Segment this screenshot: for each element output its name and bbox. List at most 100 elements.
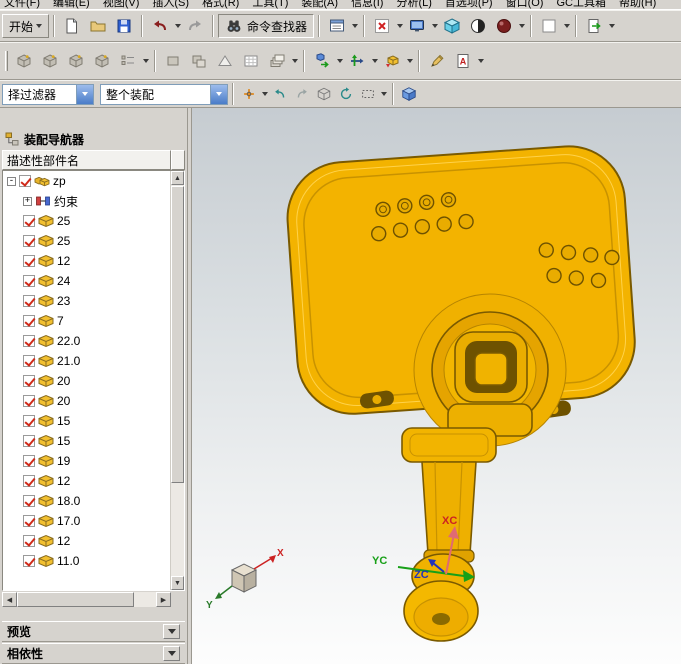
tree-row[interactable]: 25 [3, 231, 170, 251]
command-finder[interactable]: 命令查找器 [218, 14, 314, 38]
preview-expand-button[interactable] [163, 624, 180, 639]
display-window-dropdown[interactable] [430, 13, 439, 39]
add-component-button[interactable] [309, 48, 335, 74]
tree-row[interactable]: 20 [3, 391, 170, 411]
wave-link-dropdown[interactable] [405, 48, 414, 74]
open-file-button[interactable] [85, 13, 111, 39]
checkbox-checked[interactable] [19, 175, 31, 187]
wireframe-cube-button[interactable] [313, 83, 335, 105]
tree-label[interactable]: 19 [57, 454, 70, 468]
tree-label[interactable]: 23 [57, 294, 70, 308]
close-view-dropdown[interactable] [395, 13, 404, 39]
menu-preferences[interactable]: 首选项(P) [445, 0, 493, 10]
checkbox-checked[interactable] [23, 375, 35, 387]
tree-label[interactable]: 12 [57, 254, 70, 268]
component-list-dropdown[interactable] [141, 48, 150, 74]
tree-row[interactable]: 12 [3, 471, 170, 491]
tree-label[interactable]: 25 [57, 214, 70, 228]
empty-style-dropdown[interactable] [562, 13, 571, 39]
tree-row[interactable]: 21.0 [3, 351, 170, 371]
find-component-button[interactable] [11, 48, 37, 74]
start-button[interactable]: 开始 [2, 14, 49, 38]
tree-label-root[interactable]: zp [53, 174, 66, 188]
render-style-button[interactable] [465, 13, 491, 39]
scroll-right-icon[interactable]: ▶ [156, 592, 171, 607]
tree-row[interactable]: 11.0 [3, 551, 170, 571]
checkbox-checked[interactable] [23, 415, 35, 427]
dependency-expand-button[interactable] [163, 646, 180, 661]
menu-insert[interactable]: 插入(S) [152, 0, 189, 10]
graphics-viewport[interactable]: XC YC ZC X Y [192, 108, 681, 664]
sequence-button[interactable] [186, 48, 212, 74]
tree-row[interactable]: 7 [3, 311, 170, 331]
export-dropdown[interactable] [607, 13, 616, 39]
dependency-section-bar[interactable]: 相依性 [2, 643, 185, 664]
wave-link-button[interactable] [379, 48, 405, 74]
collapse-expander-icon[interactable]: - [7, 177, 16, 186]
window-layout-dropdown[interactable] [350, 13, 359, 39]
checkbox-checked[interactable] [23, 455, 35, 467]
snap-point-dropdown[interactable] [260, 81, 269, 107]
rectangle-select-dropdown[interactable] [379, 81, 388, 107]
selection-filter-dropdown[interactable] [76, 85, 93, 104]
layers-button[interactable] [264, 48, 290, 74]
component-list-button[interactable] [115, 48, 141, 74]
scroll-up-icon[interactable]: ▲ [171, 171, 184, 185]
menu-help[interactable]: 帮助(H) [619, 0, 656, 10]
tree-row[interactable]: 15 [3, 411, 170, 431]
tree-label[interactable]: 22.0 [57, 334, 80, 348]
open-component-button[interactable] [37, 48, 63, 74]
checkbox-checked[interactable] [23, 475, 35, 487]
checkbox-checked[interactable] [23, 215, 35, 227]
export-button[interactable] [581, 13, 607, 39]
back-button[interactable] [269, 83, 291, 105]
checkbox-checked[interactable] [23, 335, 35, 347]
rotate-view-button[interactable] [335, 83, 357, 105]
tree-horizontal-scrollbar[interactable]: ◀ ▶ [2, 592, 185, 607]
scroll-down-icon[interactable]: ▼ [171, 576, 184, 590]
shaded-display-button[interactable] [398, 83, 420, 105]
scroll-thumb[interactable] [171, 186, 184, 483]
material-dropdown[interactable] [517, 13, 526, 39]
annotation-dropdown[interactable] [476, 48, 485, 74]
checkbox-checked[interactable] [23, 295, 35, 307]
cad-model[interactable] [284, 143, 639, 641]
menu-analysis[interactable]: 分析(L) [396, 0, 431, 10]
window-layout-button[interactable] [324, 13, 350, 39]
tree-label[interactable]: 7 [57, 314, 64, 328]
tree-row[interactable]: 12 [3, 251, 170, 271]
tree-row[interactable]: 19 [3, 451, 170, 471]
tree-label-constraints[interactable]: 约束 [54, 193, 78, 210]
tree-row[interactable]: 22.0 [3, 331, 170, 351]
shaded-view-button[interactable] [439, 13, 465, 39]
redo-button[interactable] [182, 13, 208, 39]
tree-label[interactable]: 15 [57, 414, 70, 428]
tree-row[interactable]: 23 [3, 291, 170, 311]
scroll-thumb[interactable] [17, 592, 134, 607]
menu-assembly[interactable]: 装配(A) [301, 0, 338, 10]
menu-view[interactable]: 视图(V) [103, 0, 140, 10]
empty-style-button[interactable] [536, 13, 562, 39]
viewport-canvas[interactable]: XC YC ZC X Y [192, 108, 681, 664]
selection-filter-combo[interactable]: 择过滤器 [2, 84, 94, 105]
menu-window[interactable]: 窗口(O) [506, 0, 544, 10]
menu-format[interactable]: 格式(R) [202, 0, 239, 10]
tree-row[interactable]: 17.0 [3, 511, 170, 531]
tree-row[interactable]: 25 [3, 211, 170, 231]
tree-row[interactable]: 24 [3, 271, 170, 291]
tree-vertical-scrollbar[interactable]: ▲ ▼ [170, 171, 184, 590]
snap-point-button[interactable] [238, 83, 260, 105]
menu-information[interactable]: 信息(I) [351, 0, 383, 10]
tree-label[interactable]: 17.0 [57, 514, 80, 528]
tree-label[interactable]: 25 [57, 234, 70, 248]
show-component-button[interactable] [63, 48, 89, 74]
tree-label[interactable]: 20 [57, 374, 70, 388]
forward-button[interactable] [291, 83, 313, 105]
scroll-left-icon[interactable]: ◀ [2, 592, 17, 607]
save-button[interactable] [111, 13, 137, 39]
preview-section-bar[interactable]: 预览 [2, 621, 185, 642]
undo-dropdown[interactable] [173, 13, 182, 39]
edit-display-button[interactable] [424, 48, 450, 74]
tree-row[interactable]: 18.0 [3, 491, 170, 511]
tree-row-constraints[interactable]: + 约束 [3, 191, 170, 211]
